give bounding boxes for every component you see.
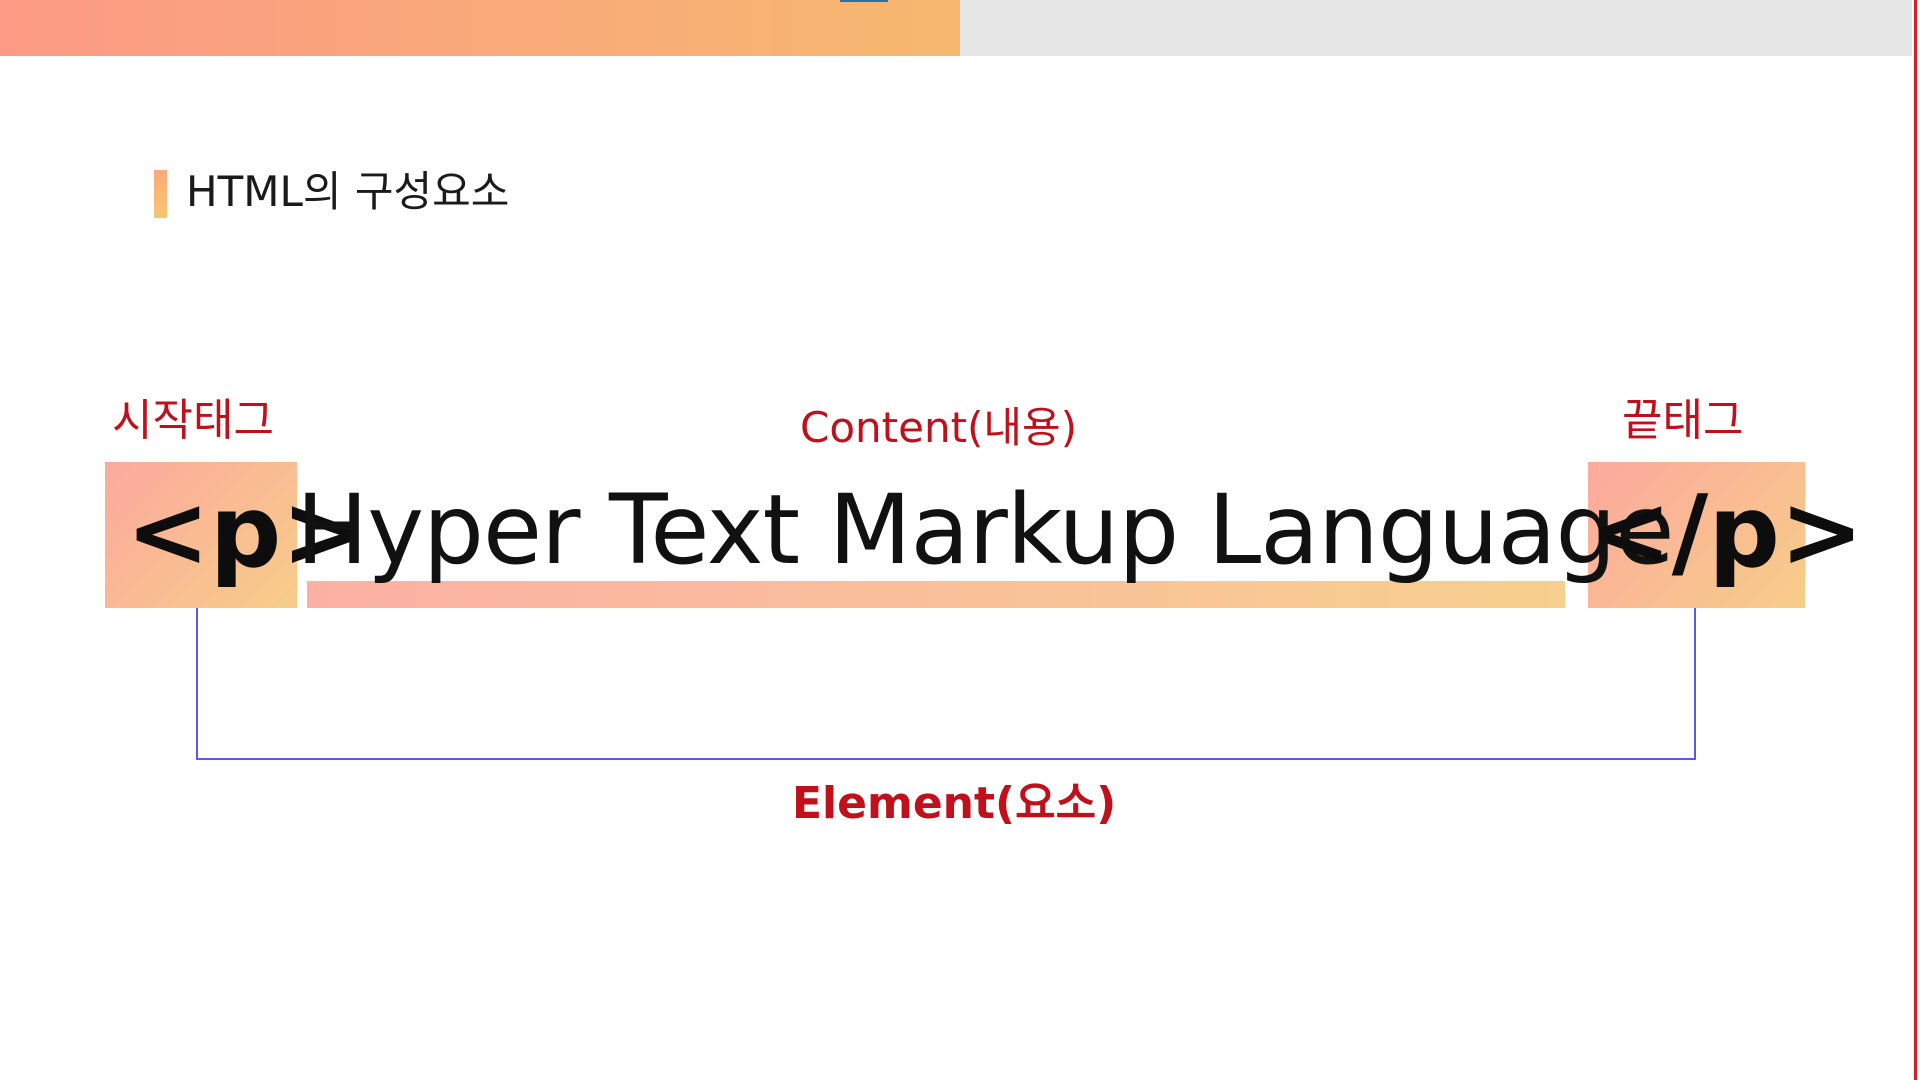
- slide: HTML의 구성요소 시작태그 Content(내용) 끝태그 <p> Hype…: [0, 0, 1920, 1080]
- section-title-marker: [154, 170, 167, 218]
- element-label: Element(요소): [792, 778, 1117, 829]
- element-bracket: [196, 608, 1696, 760]
- top-bar-tick: [840, 0, 888, 2]
- right-edge-line: [1914, 0, 1917, 1080]
- content-text: Hyper Text Markup Language: [296, 474, 1674, 586]
- section-title: HTML의 구성요소: [186, 167, 510, 216]
- start-tag-label: 시작태그: [112, 395, 274, 446]
- end-tag: </p>: [1588, 473, 1864, 590]
- end-tag-label: 끝태그: [1622, 395, 1744, 446]
- top-bar-progress: [0, 0, 960, 56]
- content-label: Content(내용): [800, 403, 1078, 452]
